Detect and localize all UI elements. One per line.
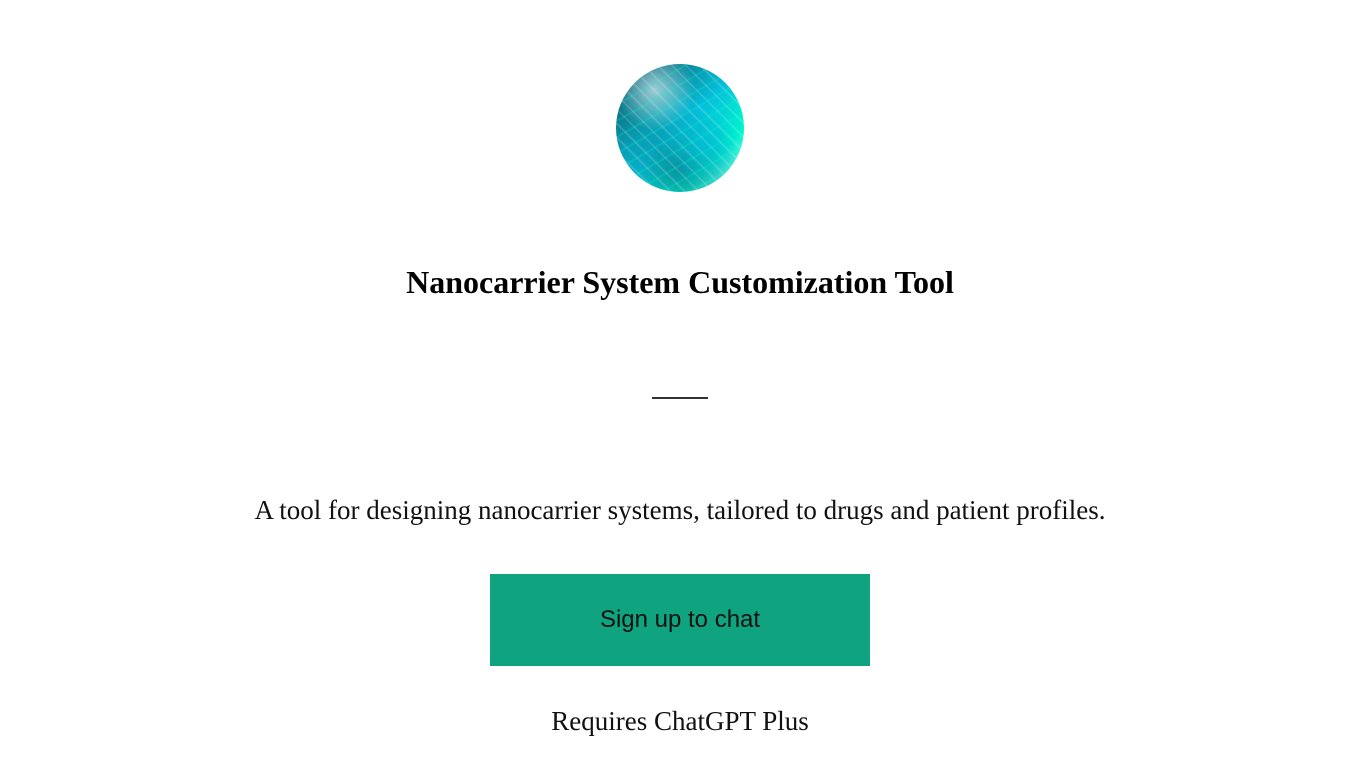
description-text: A tool for designing nanocarrier systems… bbox=[254, 495, 1105, 526]
app-avatar-icon bbox=[616, 64, 744, 192]
requires-text: Requires ChatGPT Plus bbox=[551, 706, 809, 737]
page-title: Nanocarrier System Customization Tool bbox=[406, 264, 954, 301]
signup-button[interactable]: Sign up to chat bbox=[490, 574, 870, 666]
divider bbox=[652, 397, 708, 399]
